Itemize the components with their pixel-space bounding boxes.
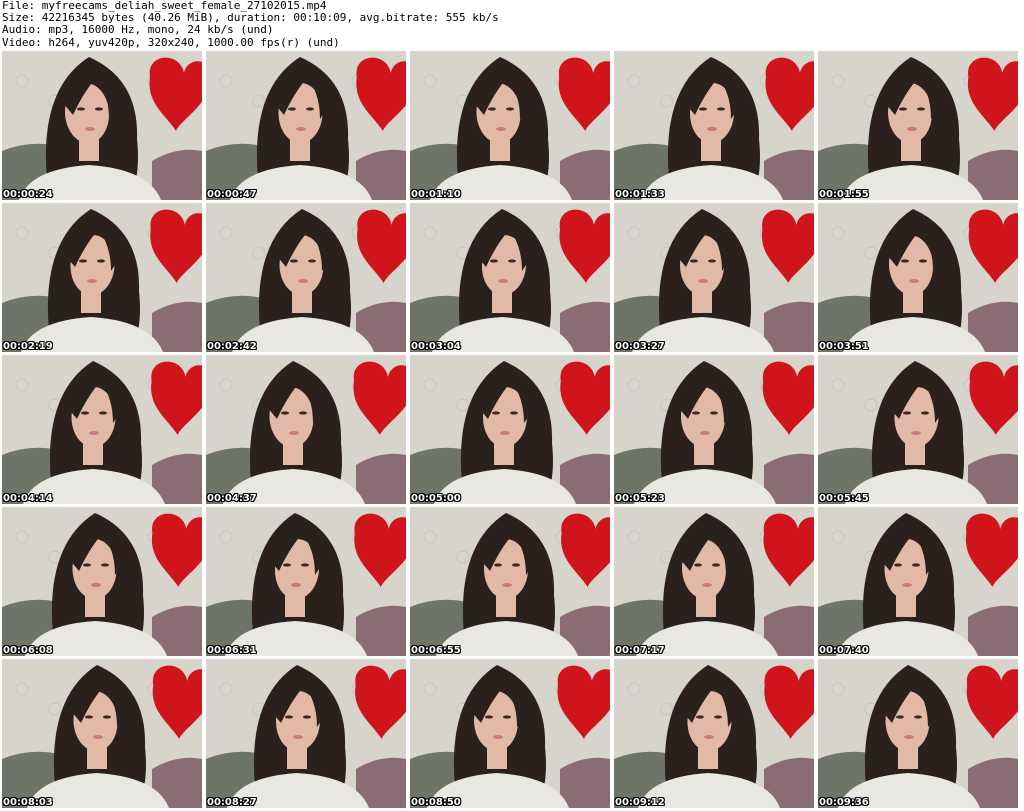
video-thumbnail: 00:01:10 — [410, 51, 610, 200]
thumbnail-timestamp: 00:01:33 — [615, 189, 665, 200]
thumbnail-image — [818, 51, 1018, 200]
thumbnail-image — [614, 355, 814, 504]
video-thumbnail: 00:05:45 — [818, 355, 1018, 504]
video-thumbnail: 00:01:33 — [614, 51, 814, 200]
video-thumbnail: 00:03:04 — [410, 203, 610, 352]
video-thumbnail: 00:06:08 — [2, 507, 202, 656]
video-thumbnail: 00:05:00 — [410, 355, 610, 504]
video-thumbnail: 00:05:23 — [614, 355, 814, 504]
thumbnail-timestamp: 00:00:24 — [3, 189, 53, 200]
info-header: File: myfreecams_deliah_sweet_female_271… — [2, 0, 1022, 50]
thumbnail-image — [614, 51, 814, 200]
thumbnail-image — [2, 659, 202, 808]
thumbnail-image — [818, 355, 1018, 504]
video-thumbnail: 00:06:31 — [206, 507, 406, 656]
video-thumbnail: 00:08:03 — [2, 659, 202, 808]
thumbnail-timestamp: 00:08:50 — [411, 797, 461, 808]
thumbnail-timestamp: 00:07:17 — [615, 645, 665, 656]
thumbnail-timestamp: 00:09:36 — [819, 797, 869, 808]
video-thumbnail: 00:01:55 — [818, 51, 1018, 200]
video-thumbnail: 00:02:19 — [2, 203, 202, 352]
thumbnail-image — [818, 203, 1018, 352]
thumbnail-timestamp: 00:01:55 — [819, 189, 869, 200]
thumbnail-timestamp: 00:06:08 — [3, 645, 53, 656]
thumbnail-timestamp: 00:05:00 — [411, 493, 461, 504]
video-thumbnail: 00:08:27 — [206, 659, 406, 808]
video-thumbnail: 00:07:17 — [614, 507, 814, 656]
thumbnail-image — [206, 659, 406, 808]
thumbnail-timestamp: 00:07:40 — [819, 645, 869, 656]
thumbnail-timestamp: 00:04:14 — [3, 493, 53, 504]
thumbnail-timestamp: 00:03:27 — [615, 341, 665, 352]
thumbnail-timestamp: 00:06:31 — [207, 645, 257, 656]
audio-info-line: Audio: mp3, 16000 Hz, mono, 24 kb/s (und… — [2, 24, 274, 37]
thumbnail-image — [410, 355, 610, 504]
thumbnail-image — [206, 51, 406, 200]
file-size-line: Size: 42216345 bytes (40.26 MiB), durati… — [2, 12, 499, 25]
thumbnail-timestamp: 00:02:42 — [207, 341, 257, 352]
thumbnail-timestamp: 00:09:12 — [615, 797, 665, 808]
thumbnail-timestamp: 00:03:04 — [411, 341, 461, 352]
thumbnail-image — [614, 203, 814, 352]
thumbnail-timestamp: 00:08:27 — [207, 797, 257, 808]
thumbnail-grid: 00:00:24 00:00:47 00:01:10 00:01:33 00:01:55… — [2, 51, 1022, 809]
thumbnail-image — [410, 507, 610, 656]
thumbnail-image — [2, 203, 202, 352]
thumbnail-timestamp: 00:04:37 — [207, 493, 257, 504]
thumbnail-image — [206, 203, 406, 352]
thumbnail-image — [206, 355, 406, 504]
thumbnail-image — [614, 659, 814, 808]
thumbnail-timestamp: 00:00:47 — [207, 189, 257, 200]
video-thumbnail: 00:06:55 — [410, 507, 610, 656]
video-thumbnail: 00:02:42 — [206, 203, 406, 352]
video-thumbnail: 00:07:40 — [818, 507, 1018, 656]
thumbnail-image — [818, 659, 1018, 808]
thumbnail-timestamp: 00:01:10 — [411, 189, 461, 200]
video-thumbnail: 00:09:12 — [614, 659, 814, 808]
file-name-line: File: myfreecams_deliah_sweet_female_271… — [2, 0, 327, 12]
thumbnail-image — [2, 51, 202, 200]
video-thumbnail: 00:04:37 — [206, 355, 406, 504]
video-info-line: Video: h264, yuv420p, 320x240, 1000.00 f… — [2, 36, 340, 49]
thumbnail-image — [2, 507, 202, 656]
thumbnail-image — [206, 507, 406, 656]
thumbnail-image — [410, 51, 610, 200]
thumbnail-timestamp: 00:02:19 — [3, 341, 53, 352]
video-thumbnail: 00:04:14 — [2, 355, 202, 504]
video-thumbnail: 00:08:50 — [410, 659, 610, 808]
video-thumbnail: 00:09:36 — [818, 659, 1018, 808]
video-thumbnail: 00:03:27 — [614, 203, 814, 352]
thumbnail-timestamp: 00:03:51 — [819, 341, 869, 352]
thumbnail-timestamp: 00:05:45 — [819, 493, 869, 504]
thumbnail-image — [2, 355, 202, 504]
thumbnail-timestamp: 00:08:03 — [3, 797, 53, 808]
thumbnail-image — [410, 659, 610, 808]
thumbnail-image — [614, 507, 814, 656]
thumbnail-timestamp: 00:06:55 — [411, 645, 461, 656]
thumbnail-timestamp: 00:05:23 — [615, 493, 665, 504]
thumbnail-image — [410, 203, 610, 352]
video-thumbnail: 00:03:51 — [818, 203, 1018, 352]
video-thumbnail: 00:00:47 — [206, 51, 406, 200]
video-thumbnail: 00:00:24 — [2, 51, 202, 200]
thumbnail-image — [818, 507, 1018, 656]
